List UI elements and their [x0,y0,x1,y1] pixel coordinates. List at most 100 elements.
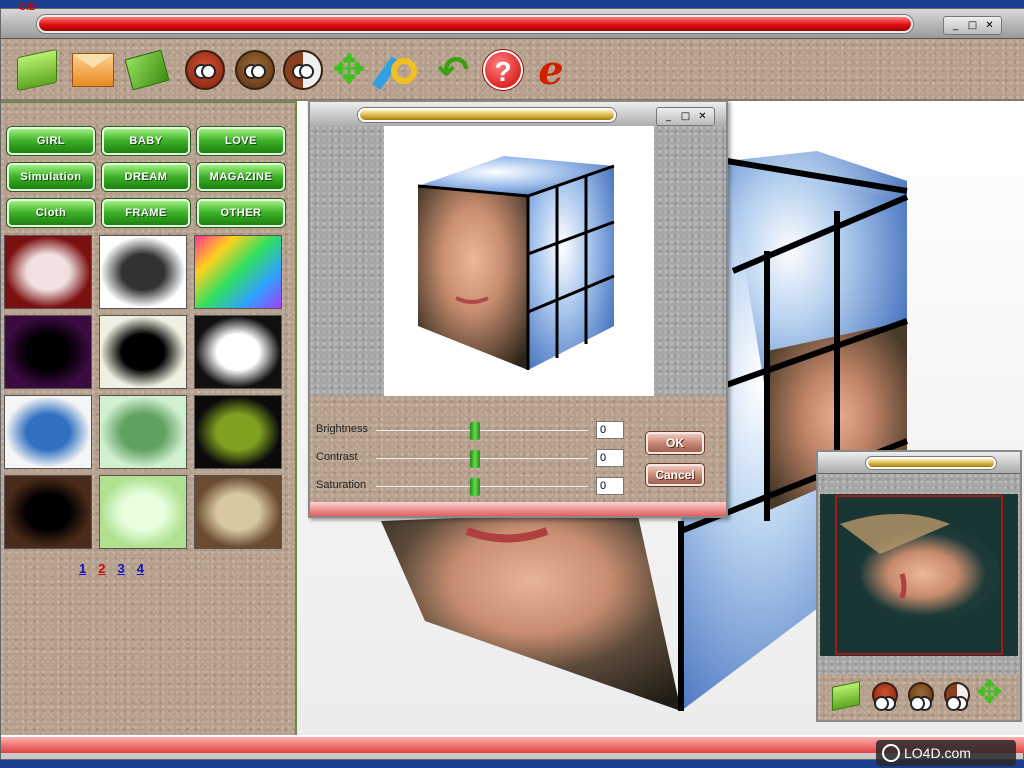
mini-preview-title-bar[interactable] [818,452,1020,474]
adjust-dialog-title-bar[interactable]: _ □ ✕ [310,102,726,128]
template-thumb-brown-black[interactable] [4,475,92,549]
category-magazine-button[interactable]: MAGAZINE [197,163,285,191]
template-thumb-purple-collage[interactable] [4,315,92,389]
title-bar[interactable]: CID _ □ ✕ [1,2,1024,39]
portrait-lips [899,573,907,599]
brush-icon [372,50,419,90]
folder-icon[interactable] [832,681,860,711]
saturation-row: Saturation 0 [316,476,624,496]
effect-owl-3-button[interactable] [281,48,325,92]
mini-title-pill [866,457,996,469]
owl-icon [235,50,275,90]
adjust-maximize-button[interactable]: □ [678,110,693,123]
undo-button[interactable]: ↶ [431,48,475,92]
watermark-text: LO4D.com [904,745,971,761]
move-arrows-icon[interactable]: ✥ [976,676,1003,708]
template-thumb-red-flower-frame[interactable] [4,235,92,309]
help-icon: ? [483,50,523,90]
owl-icon[interactable] [872,682,898,711]
category-girl-button[interactable]: GIRL [7,127,95,155]
mini-preview-image [820,494,1018,656]
owl-half-icon [283,50,323,90]
maximize-button[interactable]: □ [965,19,980,32]
small-cube-front [418,186,528,370]
page-link-1[interactable]: 1 [79,561,86,576]
contrast-slider-thumb[interactable] [470,450,480,468]
envelope-icon [72,53,114,87]
brightness-slider-thumb[interactable] [470,422,480,440]
pager: 1 2 3 4 [79,561,144,576]
category-baby-button[interactable]: BABY [102,127,190,155]
cube-front-face [381,511,681,711]
page-link-2[interactable]: 2 [98,561,105,576]
template-thumb-ink-bird-frame[interactable] [99,235,187,309]
small-cube-side [528,166,614,370]
brightness-value-input[interactable]: 0 [596,421,624,439]
adjust-dialog: _ □ ✕ Brightness 0 Contrast 0 Saturation… [308,100,728,518]
brightness-track[interactable] [376,430,588,431]
template-thumb-rainbow-gradient[interactable] [194,235,282,309]
adjust-window-controls: _ □ ✕ [656,107,715,126]
close-button[interactable]: ✕ [982,19,997,32]
category-cloth-button[interactable]: Cloth [7,199,95,227]
adjust-title-pill [358,108,616,122]
template-panel: GIRL BABY LOVE Simulation DREAM MAGAZINE Cloth… [1,101,297,735]
open-folder-button[interactable] [15,48,59,92]
category-love-button[interactable]: LOVE [197,127,285,155]
brush-button[interactable] [372,48,421,92]
template-thumb-green-bokeh[interactable] [99,475,187,549]
template-thumb-green-floral[interactable] [99,395,187,469]
app-logo: CID [19,2,37,13]
effect-owl-1-button[interactable] [183,48,227,92]
folder-icon [17,48,57,92]
template-thumb-3d-cube[interactable] [4,395,92,469]
template-thumb-white-panels[interactable] [194,315,282,389]
template-thumb-black-squares-collage[interactable] [99,315,187,389]
mini-toolbar: ✥ [818,674,1020,720]
edit-photo-button[interactable] [124,48,170,92]
adjust-close-button[interactable]: ✕ [695,110,710,123]
contrast-track[interactable] [376,458,588,459]
minimize-button[interactable]: _ [948,19,963,32]
owl-icon [185,50,225,90]
contrast-label: Contrast [316,451,358,463]
saturation-value-input[interactable]: 0 [596,477,624,495]
page-link-4[interactable]: 4 [137,561,144,576]
saturation-label: Saturation [316,479,367,491]
adjust-dialog-footer [310,502,726,516]
template-thumb-dark-flower-frame[interactable] [194,395,282,469]
category-frame-button[interactable]: FRAME [102,199,190,227]
adjust-preview [384,126,654,396]
owl-icon[interactable] [908,682,934,711]
saturation-track[interactable] [376,486,588,487]
save-button[interactable] [71,48,115,92]
owl-half-icon[interactable] [944,682,970,711]
lo4d-logo-icon [882,744,900,762]
contrast-value-input[interactable]: 0 [596,449,624,467]
title-pill [37,15,913,33]
web-button[interactable]: e [529,46,573,94]
category-dream-button[interactable]: DREAM [102,163,190,191]
adjust-panel: Brightness 0 Contrast 0 Saturation 0 OK … [310,396,726,502]
saturation-slider-thumb[interactable] [470,478,480,496]
category-other-button[interactable]: OTHER [197,199,285,227]
main-toolbar: ✥ ↶ ? e [1,39,1024,101]
template-thumb-parchment[interactable] [194,475,282,549]
move-arrows-icon: ✥ [332,47,366,93]
ok-button[interactable]: OK [646,432,704,454]
category-simulation-button[interactable]: Simulation [7,163,95,191]
help-button[interactable]: ? [481,48,525,92]
move-button[interactable]: ✥ [327,48,371,92]
cancel-button[interactable]: Cancel [646,464,704,486]
mini-preview-window: ✥ [816,450,1022,722]
small-cube-render [417,156,615,370]
page-link-3[interactable]: 3 [117,561,124,576]
window-controls: _ □ ✕ [943,16,1002,35]
adjust-minimize-button[interactable]: _ [661,110,676,123]
ie-icon: e [538,46,564,94]
status-bar [1,735,1024,753]
portrait-preview [820,494,1018,656]
contrast-row: Contrast 0 [316,448,624,468]
brightness-label: Brightness [316,423,368,435]
effect-owl-2-button[interactable] [233,48,277,92]
